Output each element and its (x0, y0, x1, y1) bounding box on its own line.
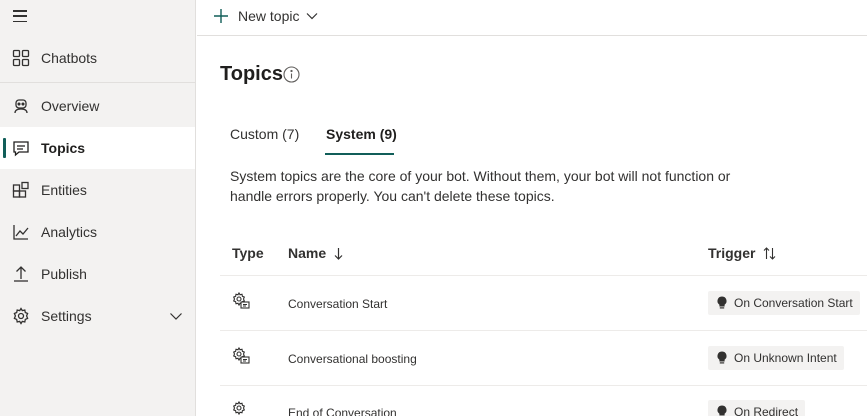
trigger-badge: On Unknown Intent (708, 346, 844, 370)
system-topic-icon (232, 346, 250, 364)
column-header-trigger[interactable]: Trigger (708, 245, 776, 261)
sidebar-item-label: Overview (41, 98, 100, 114)
upload-icon (14, 266, 28, 282)
sidebar-item-label: Chatbots (41, 50, 98, 66)
sidebar-item-label: Entities (41, 182, 87, 198)
lightbulb-icon (717, 296, 727, 309)
lightbulb-icon (717, 405, 727, 416)
page-title: Topics (220, 63, 283, 85)
tab-system[interactable]: System (9) (326, 126, 397, 142)
column-header-label: Type (232, 245, 264, 261)
sidebar-item-overview[interactable]: Overview (0, 85, 195, 127)
sidebar-item-analytics[interactable]: Analytics (0, 211, 195, 253)
chat-icon (13, 141, 29, 157)
sidebar-item-chatbots[interactable]: Chatbots (0, 37, 195, 79)
sidebar-item-publish[interactable]: Publish (0, 253, 195, 295)
sidebar-item-entities[interactable]: Entities (0, 169, 195, 211)
chevron-down-icon[interactable] (169, 309, 183, 323)
system-topic-icon (232, 400, 246, 416)
sidebar-item-label: Analytics (41, 224, 98, 240)
sidebar-item-label: Topics (41, 140, 86, 156)
trigger-label: On Redirect (734, 405, 799, 416)
sort-icon (763, 247, 776, 260)
command-bar: New topic (197, 0, 867, 36)
topic-name[interactable]: Conversation Start (288, 297, 387, 311)
header-divider (220, 275, 867, 276)
new-topic-label: New topic (238, 8, 300, 24)
column-header-type: Type (232, 245, 264, 261)
sidebar-divider (0, 82, 195, 83)
trigger-badge: On Conversation Start (708, 291, 860, 315)
entities-icon (12, 181, 29, 198)
column-header-name[interactable]: Name (288, 245, 343, 261)
trigger-badge: On Redirect (708, 400, 806, 416)
description-text: System topics are the core of your bot. … (230, 168, 731, 204)
topic-name[interactable]: End of Conversation (288, 406, 397, 416)
row-divider (220, 385, 867, 386)
plus-icon (214, 9, 228, 23)
chart-icon (13, 225, 29, 240)
tab-custom[interactable]: Custom (7) (230, 126, 299, 142)
column-header-label: Trigger (708, 245, 756, 261)
sidebar: Chatbots Overview Topics Entities Analyt… (0, 0, 196, 416)
sidebar-item-topics[interactable]: Topics (0, 127, 195, 169)
lightbulb-icon (717, 351, 727, 364)
sidebar-item-settings[interactable]: Settings (0, 295, 195, 337)
new-topic-button[interactable]: New topic (213, 5, 318, 27)
sort-descending-icon (334, 248, 343, 260)
trigger-label: On Conversation Start (734, 296, 853, 310)
trigger-label: On Unknown Intent (734, 351, 837, 365)
chevron-down-icon (307, 13, 318, 20)
column-header-label: Name (288, 245, 327, 261)
info-icon[interactable] (283, 66, 300, 83)
topic-name[interactable]: Conversational boosting (288, 352, 417, 366)
tab-selected-indicator (325, 153, 394, 155)
sidebar-item-label: Publish (41, 266, 87, 282)
grid-icon (12, 49, 30, 67)
bot-icon (14, 99, 28, 114)
gear-icon (13, 307, 29, 325)
row-divider (220, 330, 867, 331)
sidebar-item-label: Settings (41, 308, 92, 324)
menu-icon[interactable] (11, 8, 29, 24)
system-topic-icon (232, 291, 250, 309)
